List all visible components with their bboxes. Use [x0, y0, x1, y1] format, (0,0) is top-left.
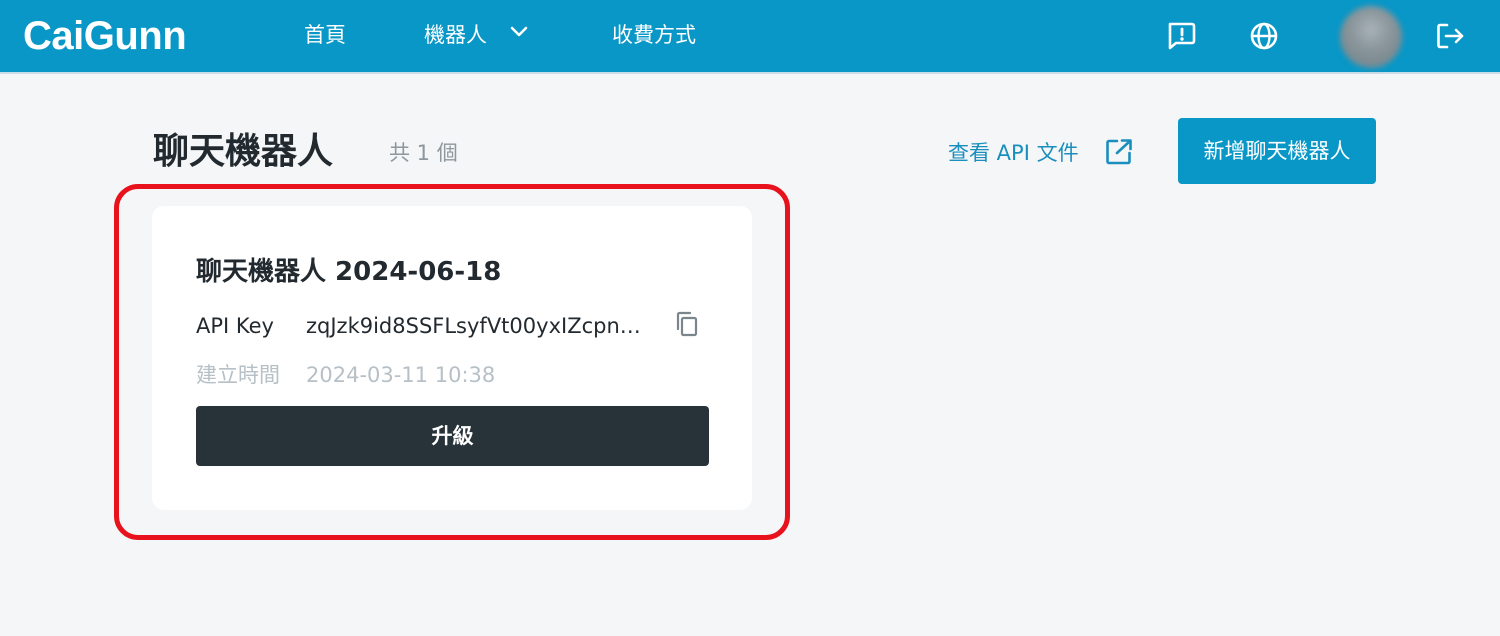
created-time-value: 2024-03-11 10:38: [306, 363, 496, 387]
nav-home[interactable]: 首頁: [304, 20, 346, 50]
upgrade-button[interactable]: 升級: [196, 406, 709, 466]
nav-pricing[interactable]: 收費方式: [612, 20, 696, 50]
api-key-value: zqJzk9id8SSFLsyfVt00yxIZcpnI…: [306, 314, 646, 338]
feedback-icon[interactable]: [1165, 20, 1197, 52]
top-navigation-bar: CaiGunn 首頁 機器人 收費方式: [0, 0, 1500, 74]
bot-name: 聊天機器人 2024-06-18: [196, 257, 502, 287]
caigunn-logo[interactable]: CaiGunn: [23, 12, 187, 60]
nav-bots-dropdown[interactable]: 機器人: [424, 20, 528, 50]
api-key-label: API Key: [196, 314, 274, 338]
api-docs-link[interactable]: 查看 API 文件: [948, 138, 1079, 168]
bot-count-label: 共 1 個: [389, 141, 458, 165]
avatar[interactable]: [1340, 6, 1402, 68]
page-title: 聊天機器人: [153, 131, 334, 172]
nav-bots-label: 機器人: [424, 23, 487, 47]
add-bot-button[interactable]: 新增聊天機器人: [1178, 118, 1376, 184]
chevron-down-icon: [510, 26, 528, 37]
copy-icon[interactable]: [674, 310, 700, 338]
logout-icon[interactable]: [1434, 20, 1466, 52]
created-time-label: 建立時間: [196, 363, 280, 387]
external-link-icon[interactable]: [1104, 137, 1134, 167]
globe-icon[interactable]: [1248, 20, 1280, 52]
bot-card: 聊天機器人 2024-06-18 API Key zqJzk9id8SSFLsy…: [152, 206, 752, 510]
